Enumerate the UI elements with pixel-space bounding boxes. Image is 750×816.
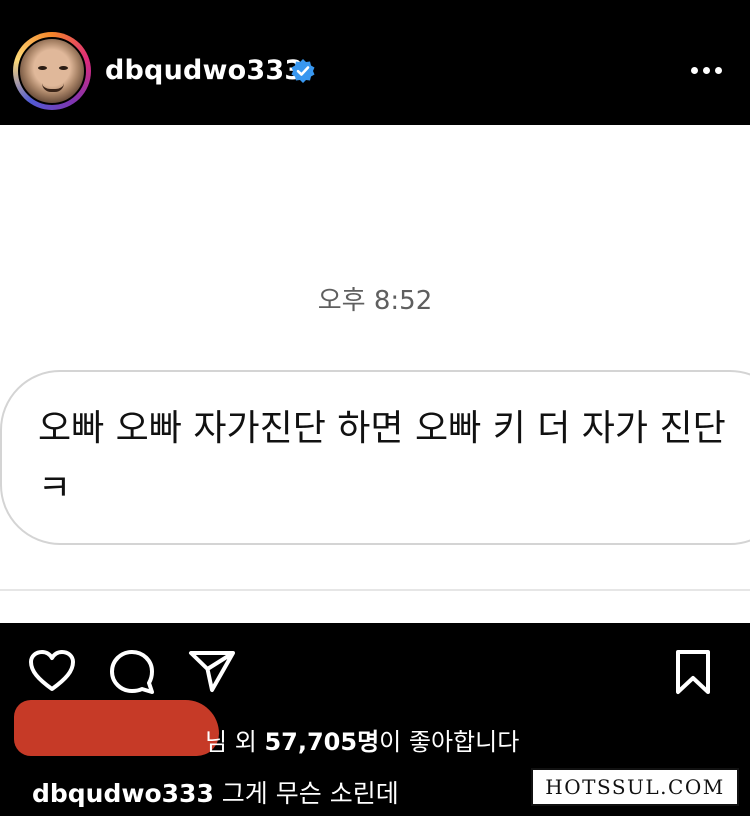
divider: [0, 589, 750, 591]
more-options-icon[interactable]: [688, 64, 724, 78]
likes-name-suffix: 님: [205, 728, 228, 756]
likes-number[interactable]: 57,705명: [264, 728, 379, 756]
caption: dbqudwo333 그게 무슨 소린데: [32, 774, 399, 810]
caption-text: 그게 무슨 소린데: [221, 779, 399, 808]
message-text: 오빠 오빠 자가진단 하면 오빠 키 더 자가 진단 ㅋ: [38, 408, 726, 509]
caption-username[interactable]: dbqudwo333: [32, 779, 214, 808]
heart-icon[interactable]: [28, 649, 76, 693]
message-timestamp: 오후 8:52: [317, 286, 433, 316]
likes-and-text: 외: [234, 728, 257, 756]
comment-icon[interactable]: [109, 649, 155, 695]
verified-badge-icon: [291, 59, 315, 83]
bookmark-icon[interactable]: [674, 649, 712, 695]
avatar[interactable]: [18, 37, 86, 105]
likes-tail: 이 좋아합니다: [379, 728, 520, 756]
likes-count[interactable]: 님 외 57,705명이 좋아합니다: [0, 722, 540, 757]
post-image: 오후 8:52 오빠 오빠 자가진단 하면 오빠 키 더 자가 진단 ㅋ: [0, 125, 750, 623]
post-header: dbqudwo333: [0, 0, 750, 125]
header-username[interactable]: dbqudwo333: [105, 55, 303, 86]
share-icon[interactable]: [188, 649, 236, 693]
avatar-mouth: [42, 83, 64, 92]
avatar-eye-left: [38, 66, 47, 70]
avatar-eye-right: [59, 66, 68, 70]
watermark: HOTSSUL.COM: [531, 768, 739, 806]
story-ring[interactable]: [13, 32, 91, 110]
